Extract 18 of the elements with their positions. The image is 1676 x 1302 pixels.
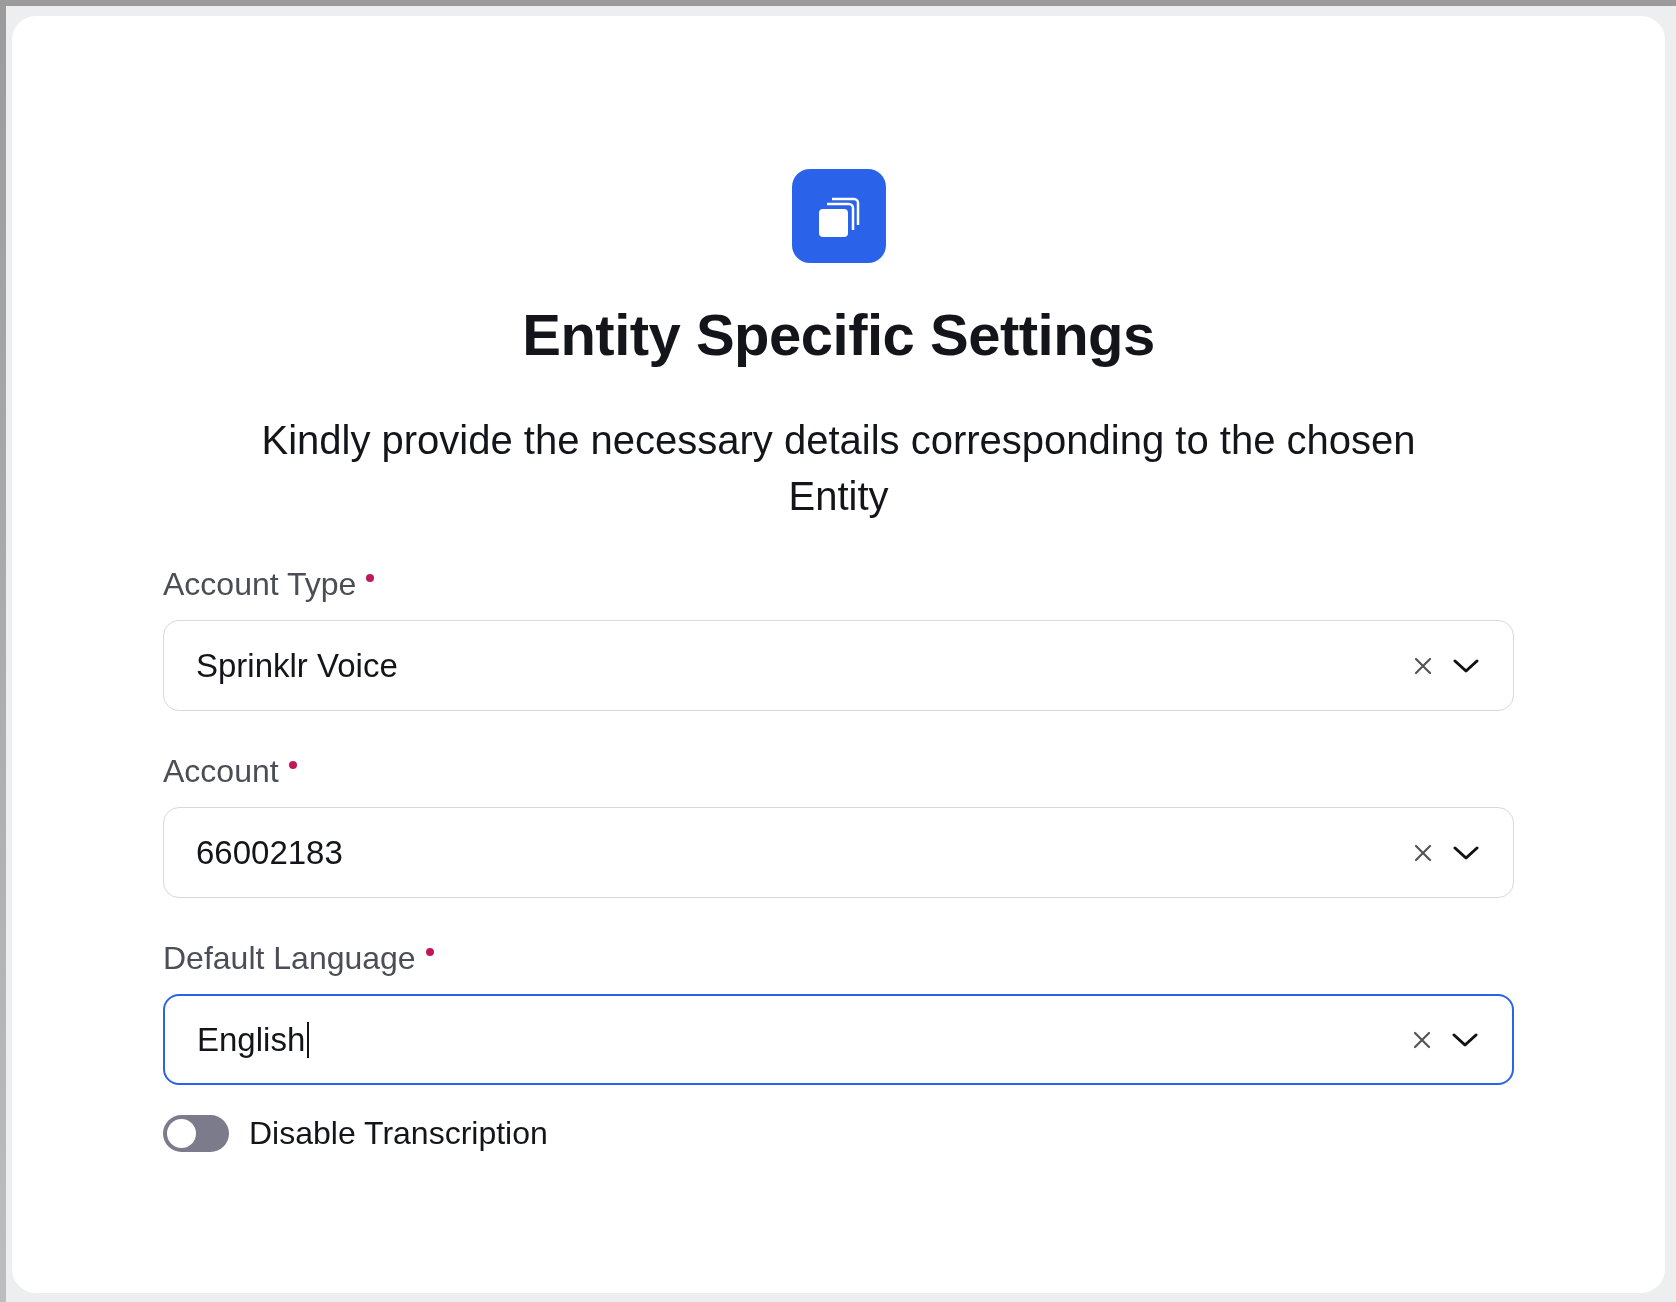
text-cursor bbox=[307, 1021, 310, 1058]
field-label: Default Language bbox=[163, 939, 416, 977]
close-icon[interactable] bbox=[1413, 655, 1433, 676]
field-label: Account bbox=[163, 752, 279, 790]
field-label: Account Type bbox=[163, 565, 357, 603]
close-icon[interactable] bbox=[1413, 842, 1433, 863]
dialog-title: Entity Specific Settings bbox=[522, 301, 1155, 368]
chevron-down-icon[interactable] bbox=[1452, 1031, 1478, 1048]
close-icon[interactable] bbox=[1412, 1029, 1432, 1050]
dropdown-field[interactable]: Sprinklr Voice bbox=[163, 620, 1514, 711]
dialog-description: Kindly provide the necessary details corresponding to the chosen Entity bbox=[260, 417, 1417, 520]
stacked-pages-icon bbox=[791, 169, 886, 263]
toggle-label: Disable Transcription bbox=[249, 1115, 548, 1152]
dropdown-field[interactable]: English bbox=[163, 994, 1514, 1085]
chevron-down-icon[interactable] bbox=[1453, 844, 1479, 861]
dropdown-field[interactable]: 66002183 bbox=[163, 807, 1514, 898]
chevron-down-icon[interactable] bbox=[1453, 657, 1479, 674]
toggle-switch[interactable] bbox=[163, 1115, 229, 1152]
